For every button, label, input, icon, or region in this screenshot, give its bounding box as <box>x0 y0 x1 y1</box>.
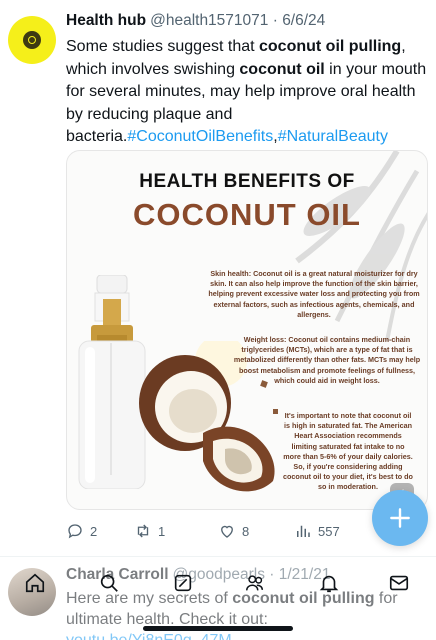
tweet-image[interactable]: HEALTH BENEFITS OF COCONUT OIL Skin heal… <box>66 150 428 510</box>
tab-communities[interactable] <box>242 570 268 596</box>
compose-button[interactable] <box>372 490 428 546</box>
tab-grok[interactable] <box>170 570 196 596</box>
people-icon <box>246 575 264 591</box>
hashtag-link[interactable]: #CoconutOilBenefits <box>127 128 273 145</box>
home-indicator[interactable] <box>143 626 293 631</box>
reply-count: 2 <box>90 523 98 539</box>
retweet-icon <box>137 524 149 538</box>
image-title-top: HEALTH BENEFITS OF <box>139 171 355 192</box>
like-icon <box>221 525 233 538</box>
views-icon <box>297 525 310 537</box>
external-link[interactable]: youtu.be/Yi8nE0g_47M <box>66 632 232 640</box>
grok-icon <box>174 574 192 592</box>
hashtag-link[interactable]: #NaturalBeauty <box>278 128 388 145</box>
views-count: 557 <box>318 523 340 539</box>
image-paragraph-skin: Skin health: Coconut oil is a great natu… <box>208 269 420 319</box>
text-segment: Some studies suggest that <box>66 38 259 55</box>
date-separator: · <box>268 12 283 29</box>
tweet-header: Health hub @health1571071 · 6/6/24 <box>66 12 325 30</box>
like-count: 8 <box>242 523 250 539</box>
reply-icon <box>68 524 82 539</box>
author-handle[interactable]: @health1571071 <box>150 12 268 29</box>
tab-home[interactable] <box>22 570 48 596</box>
text-bold: coconut oil pulling <box>259 38 402 55</box>
home-icon <box>25 573 45 593</box>
messages-icon <box>389 575 409 591</box>
reply-button[interactable]: 2 <box>66 522 97 540</box>
retweet-count: 1 <box>158 523 166 539</box>
tweet-date[interactable]: 6/6/24 <box>282 12 325 29</box>
views-button[interactable]: 557 <box>294 522 340 540</box>
retweet-button[interactable]: 1 <box>134 522 165 540</box>
author-name[interactable]: Health hub <box>66 12 146 29</box>
image-paragraph-note: It's important to note that coconut oil … <box>283 411 413 492</box>
tab-search[interactable] <box>96 570 122 596</box>
tab-notifications[interactable] <box>316 570 342 596</box>
tweet-text: Some studies suggest that coconut oil pu… <box>66 36 428 149</box>
tab-messages[interactable] <box>386 570 412 596</box>
bottom-tab-bar <box>0 562 436 602</box>
notifications-icon <box>319 575 339 593</box>
avatar-logo-icon <box>23 31 41 49</box>
image-title-main: COCONUT OIL <box>133 197 361 232</box>
image-paragraph-weight: Weight loss: Coconut oil contains medium… <box>233 335 421 385</box>
divider <box>0 556 436 557</box>
search-icon <box>100 574 118 592</box>
avatar[interactable] <box>8 16 56 64</box>
text-bold: coconut oil <box>239 60 325 78</box>
like-button[interactable]: 8 <box>218 522 249 540</box>
compose-icon <box>390 508 410 528</box>
